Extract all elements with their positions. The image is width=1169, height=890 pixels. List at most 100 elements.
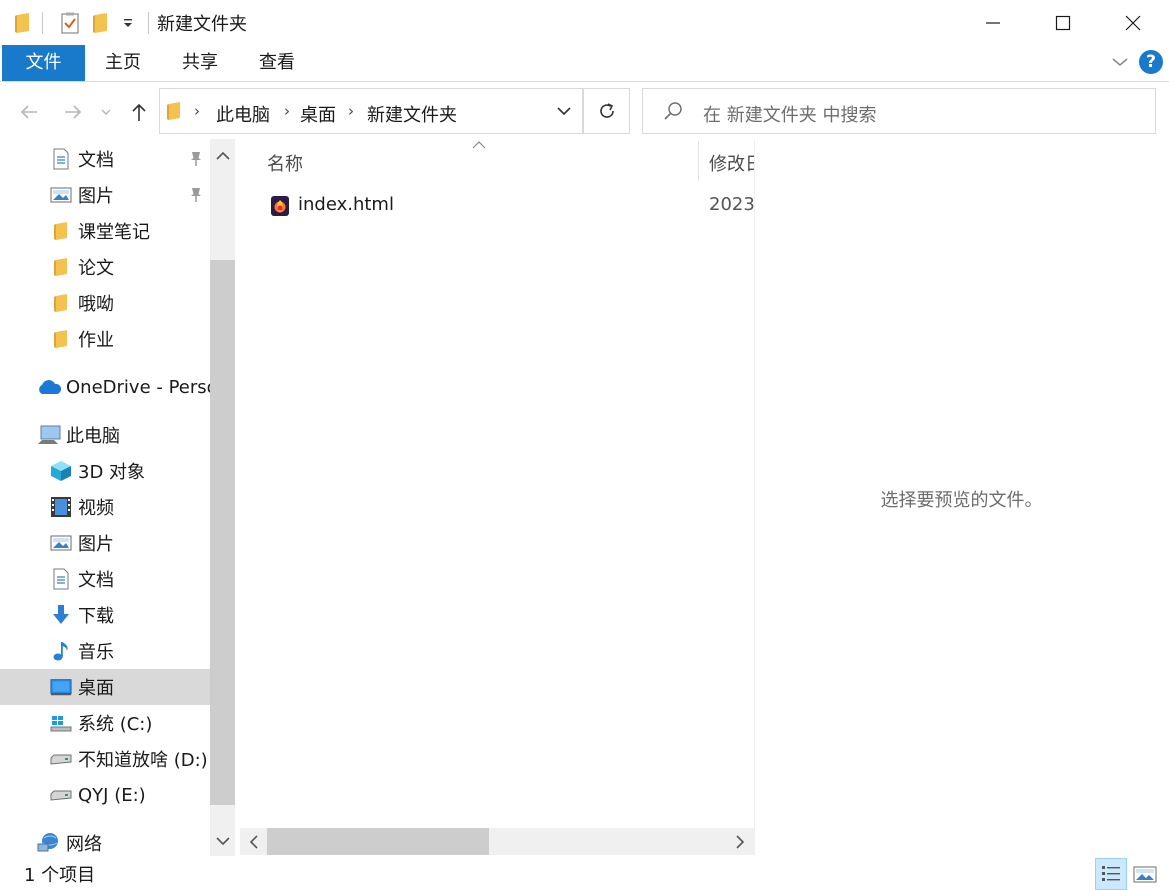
status-bar: 1 个项目	[0, 856, 1169, 890]
file-modified-date: 2023	[709, 194, 754, 215]
nav-item-pictures[interactable]: 图片	[0, 525, 210, 561]
network-icon	[36, 832, 62, 854]
tab-share[interactable]: 共享	[169, 45, 231, 81]
new-folder-icon[interactable]	[90, 10, 112, 36]
column-header-name[interactable]: 名称	[267, 150, 303, 176]
large-icons-view-button[interactable]	[1129, 858, 1161, 890]
ribbon: 文件 主页 共享 查看 ?	[0, 45, 1169, 82]
nav-item-desktop[interactable]: 桌面	[0, 669, 210, 705]
system-drive-icon	[50, 712, 72, 734]
search-placeholder: 在 新建文件夹 中搜索	[703, 105, 877, 126]
onedrive-cloud-icon	[36, 376, 62, 398]
title-bar: 新建文件夹	[0, 0, 1169, 45]
document-icon	[50, 148, 72, 170]
divider	[148, 12, 149, 34]
desktop-icon	[50, 676, 72, 698]
drive-icon	[50, 784, 72, 806]
nav-item-onedrive[interactable]: OneDrive - Perso	[0, 369, 210, 405]
nav-item-documents[interactable]: 文档	[0, 561, 210, 597]
refresh-button[interactable]	[583, 88, 630, 134]
drive-icon	[50, 748, 72, 770]
folder-icon	[50, 328, 72, 350]
tab-file[interactable]: 文件	[2, 45, 85, 81]
nav-item-music[interactable]: 音乐	[0, 633, 210, 669]
customize-toolbar-icon[interactable]	[118, 10, 138, 36]
item-count: 1 个项目	[24, 865, 96, 886]
pin-icon[interactable]	[187, 186, 205, 204]
divider	[42, 12, 43, 34]
back-button[interactable]	[14, 97, 44, 127]
scroll-left-icon[interactable]	[242, 828, 266, 855]
column-header-date[interactable]: 修改日期	[709, 150, 754, 176]
breadcrumb-desktop[interactable]: 桌面	[300, 101, 336, 127]
breadcrumb-current-folder[interactable]: 新建文件夹	[367, 101, 457, 127]
nav-item-3d-objects[interactable]: 3D 对象	[0, 453, 210, 489]
download-icon	[50, 604, 72, 626]
recent-locations-icon[interactable]	[96, 97, 116, 127]
nav-item-this-pc[interactable]: 此电脑	[0, 417, 210, 453]
breadcrumb-this-pc[interactable]: 此电脑	[216, 101, 270, 127]
search-icon	[663, 101, 683, 126]
folder-icon	[166, 101, 182, 126]
scroll-right-icon[interactable]	[728, 828, 752, 855]
nav-item-oyo[interactable]: 哦呦	[0, 285, 210, 321]
help-icon[interactable]: ?	[1139, 50, 1163, 74]
nav-item-documents-pinned[interactable]: 文档	[0, 141, 210, 177]
file-name: index.html	[298, 194, 394, 215]
nav-item-videos[interactable]: 视频	[0, 489, 210, 525]
column-divider[interactable]	[698, 141, 699, 181]
folder-icon	[50, 256, 72, 278]
scrollbar-thumb[interactable]	[210, 260, 235, 805]
sort-ascending-icon	[472, 139, 486, 151]
picture-icon	[50, 184, 72, 206]
file-row[interactable]: index.html 2023	[240, 189, 754, 223]
nav-item-network[interactable]: 网络	[0, 825, 210, 856]
close-button[interactable]	[1098, 0, 1168, 45]
computer-icon	[36, 424, 62, 446]
cube-icon	[50, 460, 72, 482]
folder-icon	[50, 220, 72, 242]
breadcrumb-separator-icon[interactable]: ›	[348, 102, 354, 120]
up-button[interactable]	[124, 97, 154, 127]
window-title: 新建文件夹	[157, 14, 247, 35]
breadcrumb-separator-icon[interactable]: ›	[194, 102, 200, 120]
nav-item-downloads[interactable]: 下载	[0, 597, 210, 633]
expand-ribbon-icon[interactable]	[1108, 50, 1132, 74]
file-list: 名称 修改日期 index.html 2023	[240, 139, 754, 856]
forward-button[interactable]	[58, 97, 88, 127]
nav-item-pictures-pinned[interactable]: 图片	[0, 177, 210, 213]
address-history-icon[interactable]	[545, 88, 583, 134]
music-icon	[50, 640, 72, 662]
scrollbar-thumb[interactable]	[267, 828, 489, 855]
nav-item-drive-d[interactable]: 不知道放啥 (D:)	[0, 741, 210, 777]
file-list-horizontal-scrollbar[interactable]	[240, 828, 754, 855]
nav-item-class-notes[interactable]: 课堂笔记	[0, 213, 210, 249]
preview-pane: 选择要预览的文件。	[754, 139, 1169, 856]
maximize-button[interactable]	[1028, 0, 1098, 45]
nav-item-drive-e[interactable]: QYJ (E:)	[0, 777, 210, 813]
details-view-button[interactable]	[1095, 858, 1127, 890]
minimize-button[interactable]	[958, 0, 1028, 45]
tab-view[interactable]: 查看	[246, 45, 308, 81]
scroll-down-icon[interactable]	[210, 826, 235, 856]
folder-icon	[12, 10, 34, 36]
breadcrumb-separator-icon[interactable]: ›	[284, 102, 290, 120]
pin-icon[interactable]	[187, 150, 205, 168]
tab-home[interactable]: 主页	[92, 45, 154, 81]
html-file-icon	[270, 195, 290, 217]
video-icon	[50, 496, 72, 518]
search-box[interactable]: 在 新建文件夹 中搜索	[642, 88, 1156, 134]
address-bar[interactable]: › 此电脑 › 桌面 › 新建文件夹	[159, 88, 583, 134]
navigation-bar: › 此电脑 › 桌面 › 新建文件夹 在 新建文件夹 中搜索	[0, 83, 1169, 139]
document-icon	[50, 568, 72, 590]
nav-item-homework[interactable]: 作业	[0, 321, 210, 357]
properties-icon[interactable]	[58, 10, 82, 36]
preview-message: 选择要预览的文件。	[880, 490, 1043, 511]
picture-icon	[50, 532, 72, 554]
navigation-pane-scrollbar[interactable]	[210, 139, 235, 856]
nav-item-thesis[interactable]: 论文	[0, 249, 210, 285]
scroll-up-icon[interactable]	[210, 141, 235, 171]
folder-icon	[50, 292, 72, 314]
navigation-pane: 文档 图片 课堂笔记 论文 哦呦 作业 OneDrive - Perso 此电脑…	[0, 139, 236, 856]
nav-item-drive-c[interactable]: 系统 (C:)	[0, 705, 210, 741]
